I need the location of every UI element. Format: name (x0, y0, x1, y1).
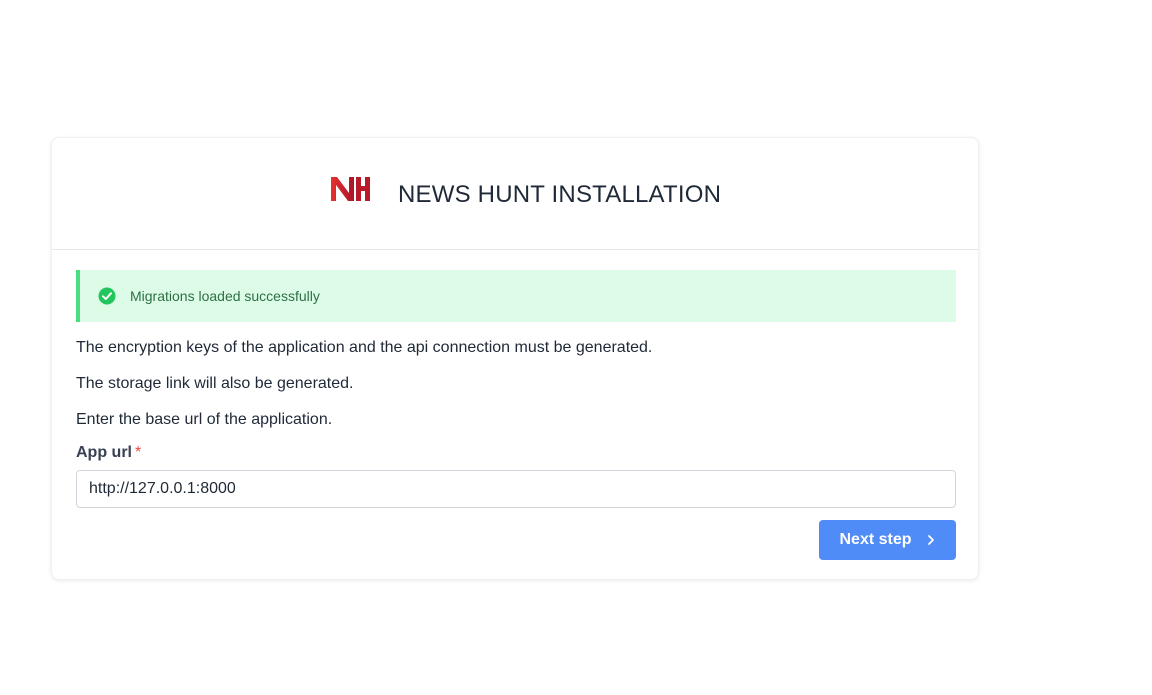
card-body: Migrations loaded successfully The encry… (76, 270, 956, 560)
app-url-label-text: App url (76, 444, 132, 461)
chevron-right-icon (926, 534, 936, 546)
storage-link-text: The storage link will also be generated. (76, 375, 354, 392)
alert-message: Migrations loaded successfully (130, 288, 320, 304)
encryption-keys-text: The encryption keys of the application a… (76, 339, 653, 356)
card-header: NEWS HUNT INSTALLATION (52, 138, 978, 250)
check-circle-icon (98, 287, 116, 305)
next-step-label: Next step (839, 531, 912, 548)
success-alert: Migrations loaded successfully (76, 270, 956, 322)
page-title: NEWS HUNT INSTALLATION (398, 181, 722, 208)
base-url-instruction: Enter the base url of the application. (76, 411, 333, 428)
app-url-label: App url * (76, 444, 141, 462)
next-step-button[interactable]: Next step (819, 520, 956, 560)
news-hunt-logo (331, 177, 370, 201)
app-url-input[interactable] (76, 470, 956, 508)
required-asterisk: * (135, 444, 142, 461)
installation-card: NEWS HUNT INSTALLATION Migrations loaded… (51, 137, 979, 580)
